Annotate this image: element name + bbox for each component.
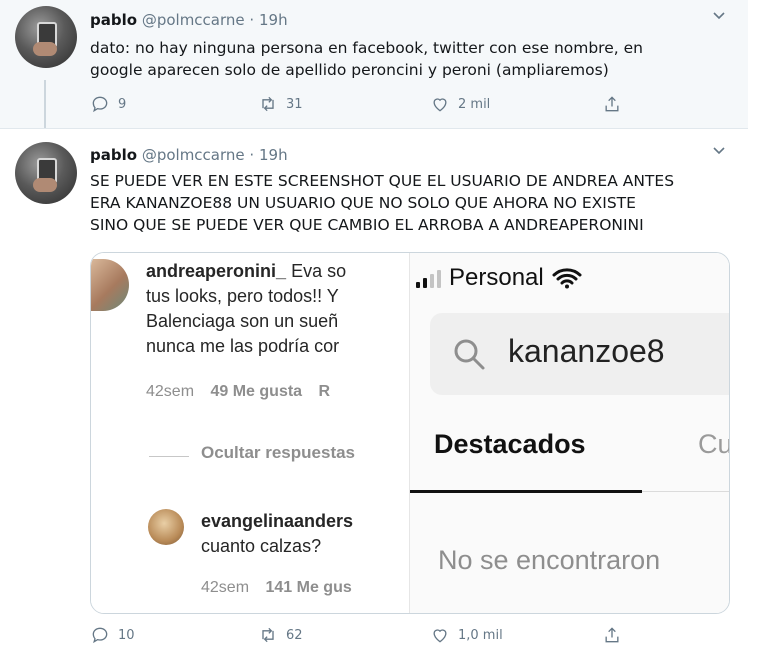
comment-1-reply: R bbox=[318, 383, 331, 400]
reply-count: 9 bbox=[118, 96, 127, 112]
reply-count: 10 bbox=[118, 627, 135, 643]
comment-2: evangelinaanders cuanto calzas? bbox=[201, 509, 353, 559]
comment-2-meta: 42sem 141 Me gus bbox=[201, 579, 352, 597]
comment-2-text: cuanto calzas? bbox=[201, 536, 322, 556]
retweet-count: 31 bbox=[286, 96, 303, 112]
share-icon bbox=[605, 627, 619, 643]
no-results-text: No se encontraron bbox=[438, 545, 661, 575]
signal-icon bbox=[416, 268, 441, 288]
tweet-text-line: google aparecen solo de apellido peronci… bbox=[90, 61, 609, 79]
reply-button[interactable]: 10 bbox=[90, 625, 135, 645]
author-name[interactable]: pablo bbox=[90, 11, 137, 29]
commenter-avatar bbox=[148, 509, 184, 545]
active-tab-indicator bbox=[410, 490, 642, 493]
divider bbox=[149, 456, 189, 457]
timestamp[interactable]: 19h bbox=[259, 11, 288, 29]
search-bar: kananzoe8 bbox=[430, 313, 729, 395]
tweet-media-image[interactable]: andreaperonini_ Eva so tus looks, pero t… bbox=[90, 252, 730, 614]
reply-icon bbox=[92, 627, 108, 644]
share-button[interactable] bbox=[602, 625, 622, 645]
retweet-button[interactable]: 62 bbox=[258, 625, 303, 645]
comment-1: andreaperonini_ Eva so tus looks, pero t… bbox=[146, 259, 421, 359]
retweet-button[interactable]: 31 bbox=[258, 94, 303, 114]
chevron-down-icon[interactable] bbox=[712, 145, 726, 160]
tweet-header: pablo @polmccarne · 19h bbox=[90, 145, 288, 165]
carrier-name: Personal bbox=[449, 264, 544, 291]
comment-1-username: andreaperonini_ bbox=[146, 261, 287, 281]
status-bar: Personal bbox=[416, 263, 582, 293]
tweet-text-line: SE PUEDE VER EN ESTE SCREENSHOT QUE EL U… bbox=[90, 172, 675, 190]
tweet-header: pablo @polmccarne · 19h bbox=[90, 10, 288, 30]
tweet-text-line: dato: no hay ninguna persona en facebook… bbox=[90, 39, 643, 57]
comment-1-meta: 42sem 49 Me gusta R bbox=[146, 383, 330, 401]
like-button[interactable]: 1,0 mil bbox=[430, 625, 503, 645]
share-icon bbox=[605, 96, 619, 112]
like-icon bbox=[433, 98, 447, 112]
right-gutter bbox=[748, 0, 767, 637]
instagram-comments-screenshot: andreaperonini_ Eva so tus looks, pero t… bbox=[91, 253, 421, 613]
share-button[interactable] bbox=[602, 94, 622, 114]
timestamp[interactable]: 19h bbox=[259, 146, 288, 164]
author-handle[interactable]: @polmccarne bbox=[142, 146, 245, 164]
chevron-down-icon[interactable] bbox=[712, 10, 726, 25]
comment-1-likes: 49 Me gusta bbox=[210, 383, 303, 400]
tweet-actions: 10 62 1,0 mil bbox=[90, 625, 650, 649]
comment-1-age: 42sem bbox=[146, 383, 195, 400]
like-button[interactable]: 2 mil bbox=[430, 94, 490, 114]
wifi-icon bbox=[552, 268, 582, 289]
comment-2-age: 42sem bbox=[201, 579, 250, 596]
author-name[interactable]: pablo bbox=[90, 146, 137, 164]
tweet-text: SE PUEDE VER EN ESTE SCREENSHOT QUE EL U… bbox=[90, 170, 674, 236]
reply-icon bbox=[92, 96, 108, 113]
search-icon bbox=[454, 339, 485, 370]
retweet-count: 62 bbox=[286, 627, 303, 643]
avatar[interactable] bbox=[15, 142, 77, 204]
tweet-text-line: SINO QUE SE PUEDE VER QUE CAMBIO EL ARRO… bbox=[90, 216, 644, 234]
comment-2-username: evangelinaanders bbox=[201, 511, 354, 531]
comment-1-text: Balenciaga son un sueñ bbox=[146, 311, 339, 331]
tweet-actions: 9 31 2 mil bbox=[90, 94, 650, 118]
like-count: 2 mil bbox=[458, 96, 491, 112]
tweet-text: dato: no hay ninguna persona en facebook… bbox=[90, 37, 643, 81]
comment-1-text: Eva so bbox=[291, 261, 347, 281]
like-count: 1,0 mil bbox=[458, 627, 503, 643]
tab-destacados: Destacados bbox=[434, 429, 586, 459]
tweet-text-line: ERA KANANZOE88 UN USUARIO QUE NO SOLO QU… bbox=[90, 194, 636, 212]
tab-cuentas: Cu bbox=[698, 429, 730, 459]
like-icon bbox=[433, 629, 447, 643]
instagram-search-screenshot: Personal kananzoe8 Destacados Cu No se e… bbox=[409, 253, 730, 613]
tweet-1[interactable]: pablo @polmccarne · 19h dato: no hay nin… bbox=[0, 0, 748, 129]
comment-1-text: tus looks, pero todos!! Y bbox=[146, 286, 339, 306]
search-query: kananzoe8 bbox=[508, 333, 665, 369]
comment-2-likes: 141 Me gus bbox=[265, 579, 352, 596]
hide-replies: Ocultar respuestas bbox=[201, 443, 356, 462]
commenter-avatar bbox=[91, 259, 129, 311]
avatar[interactable] bbox=[15, 6, 77, 68]
reply-button[interactable]: 9 bbox=[90, 94, 126, 114]
separator-dot: · bbox=[249, 11, 255, 29]
retweet-icon bbox=[262, 627, 274, 643]
thread-line bbox=[44, 80, 46, 128]
author-handle[interactable]: @polmccarne bbox=[142, 11, 245, 29]
separator-dot: · bbox=[249, 146, 255, 164]
comment-1-text: nunca me las podría cor bbox=[146, 336, 340, 356]
retweet-icon bbox=[262, 96, 274, 112]
